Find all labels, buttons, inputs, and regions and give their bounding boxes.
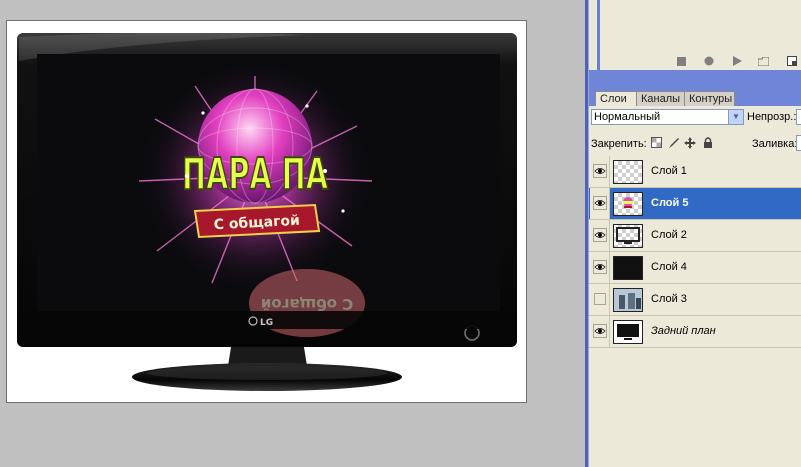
layer-name: Слой 2 <box>651 229 687 241</box>
layer-name: Слой 5 <box>651 197 689 209</box>
layer-thumbnail <box>613 320 643 344</box>
eye-icon <box>593 164 607 178</box>
opacity-input[interactable] <box>796 109 801 125</box>
tv-artwork: ПАРА ПА С общагой С общагой LG <box>17 32 517 391</box>
layer-row[interactable]: Слой 1 <box>589 156 801 188</box>
visibility-toggle[interactable] <box>590 252 610 283</box>
visibility-toggle[interactable] <box>590 188 610 219</box>
eye-icon <box>593 260 607 274</box>
layers-list: Слой 1 Слой 5 Слой 2 Слой 4 Слой 3 Задни… <box>589 156 801 446</box>
stop-icon[interactable] <box>675 55 687 67</box>
eye-icon <box>593 196 607 210</box>
record-icon[interactable] <box>703 55 715 67</box>
layer-name: Слой 3 <box>651 293 687 305</box>
tab-channels[interactable]: Каналы <box>637 91 685 106</box>
actions-panel-edge <box>597 0 600 52</box>
new-set-icon[interactable] <box>757 55 769 67</box>
layer-thumbnail <box>613 256 643 280</box>
visibility-toggle[interactable] <box>590 220 610 251</box>
layer-row[interactable]: Слой 3 <box>589 284 801 316</box>
lock-label: Закрепить: <box>591 138 647 150</box>
lock-transparency-icon[interactable] <box>650 137 662 149</box>
visibility-toggle[interactable] <box>590 156 610 187</box>
canvas-workspace: ПАРА ПА С общагой С общагой LG <box>0 0 585 467</box>
eye-icon <box>593 228 607 242</box>
layer-row[interactable]: Задний план <box>589 316 801 348</box>
layer-row[interactable]: Слой 5 <box>589 188 801 220</box>
lock-all-icon[interactable] <box>702 137 714 149</box>
tab-paths[interactable]: Контуры <box>685 91 735 106</box>
layer-thumbnail <box>613 288 643 312</box>
lock-move-icon[interactable] <box>684 137 696 149</box>
visibility-toggle[interactable] <box>590 316 610 347</box>
blend-mode-value: Нормальный <box>594 111 661 123</box>
opacity-label: Непрозр.: <box>747 111 797 123</box>
layer-row[interactable]: Слой 4 <box>589 252 801 284</box>
document-canvas[interactable]: ПАРА ПА С общагой С общагой LG <box>6 20 527 403</box>
play-icon[interactable] <box>731 55 743 67</box>
layer-row[interactable]: Слой 2 <box>589 220 801 252</box>
logo-subtitle-reflection: С общагой <box>261 295 353 313</box>
chevron-down-icon[interactable]: ▼ <box>728 110 743 124</box>
visibility-toggle[interactable] <box>590 284 610 315</box>
eye-icon <box>593 324 607 338</box>
layer-name: Слой 4 <box>651 261 687 273</box>
hidden-visibility-box <box>594 293 606 305</box>
layers-panel: Слои Каналы Контуры Нормальный ▼ Непрозр… <box>589 76 801 467</box>
actions-toolbar <box>597 52 801 70</box>
logo-title: ПАРА ПА <box>182 149 328 200</box>
tv-brand-logo: LG <box>260 318 273 328</box>
layer-thumbnail <box>613 160 643 184</box>
fill-input[interactable] <box>796 135 801 151</box>
layer-name: Задний план <box>651 325 716 337</box>
new-action-icon[interactable] <box>786 55 798 67</box>
fill-label: Заливка: <box>752 138 798 150</box>
layer-thumbnail <box>613 224 643 248</box>
tab-layers[interactable]: Слои <box>595 91 637 106</box>
blend-mode-select[interactable]: Нормальный ▼ <box>591 109 744 125</box>
lock-brush-icon[interactable] <box>668 137 680 149</box>
layer-name: Слой 1 <box>651 165 687 177</box>
layer-thumbnail <box>613 192 643 216</box>
